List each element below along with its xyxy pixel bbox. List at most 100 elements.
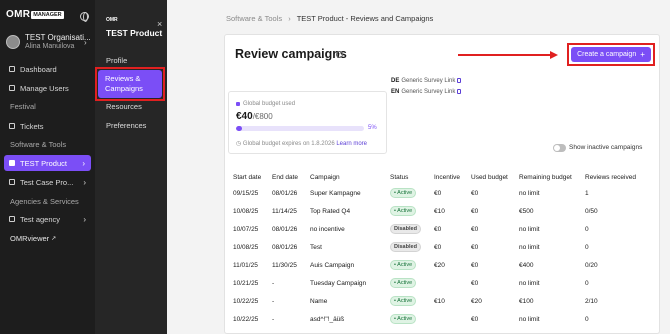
sidebar-item-omrviewer[interactable]: OMRviewer ↗ [0, 230, 95, 246]
table-cell: no limit [519, 189, 540, 197]
status-badge: • Active [390, 278, 417, 288]
budget-percent: 5% [368, 125, 377, 131]
table-cell: 08/01/26 [272, 225, 298, 233]
agency-icon [9, 216, 15, 222]
table-row[interactable]: 10/07/25 08/01/26 no incentive Disabled €0 €0… [233, 220, 653, 238]
table-row[interactable]: 10/21/25 - Tuesday Campaign • Active €0 no li… [233, 274, 653, 292]
table-cell: 09/15/25 [233, 189, 259, 197]
table-row[interactable]: 09/15/25 08/01/26 Super Kampagne • Active €0… [233, 184, 653, 202]
table-cell: 10/22/25 [233, 315, 259, 323]
table-row[interactable]: 10/22/25 - asd^!"!_äüß • Active €0 no limit 0 [233, 310, 653, 328]
sidebar-item-test-product[interactable]: TEST Product › [4, 155, 91, 171]
status-badge: Disabled [390, 242, 421, 252]
table-cell: €20 [434, 261, 445, 269]
copy-icon[interactable] [457, 78, 462, 83]
table-cell: 08/01/26 [272, 189, 298, 197]
budget-value: €40/€800 [236, 111, 273, 122]
sidebar-item-manage-users[interactable]: Manage Users [0, 80, 95, 96]
table-row[interactable]: 10/08/25 11/14/25 Top Rated Q4 • Active €10 €… [233, 202, 653, 220]
omr-manager-logo[interactable]: OMR MANAGER [6, 9, 64, 20]
show-inactive-toggle[interactable] [553, 144, 566, 152]
table-row[interactable]: 10/08/25 08/01/26 Test Disabled €0 €0 no limit… [233, 238, 653, 256]
column-header: Incentive [434, 174, 461, 181]
annotation-arrow [458, 54, 552, 56]
product-logo: OMR [106, 17, 118, 23]
subpanel-item-resources[interactable]: Resources [106, 102, 142, 111]
table-cell: Name [310, 297, 328, 305]
org-user: Alina Manuilova [25, 43, 75, 50]
globe-icon[interactable] [80, 12, 89, 22]
status-badge: • Active [390, 296, 417, 306]
status-badge: • Active [390, 314, 417, 324]
budget-dot-icon [236, 102, 240, 106]
table-cell: €0 [471, 225, 479, 233]
chevron-right-icon: › [83, 177, 86, 187]
product-icon [9, 160, 15, 166]
org-switcher[interactable]: TEST Organisati... Alina Manuilova [6, 33, 91, 51]
subpanel-item-preferences[interactable]: Preferences [106, 121, 146, 130]
budget-used: €40 [236, 111, 253, 122]
external-link-icon: ↗ [51, 235, 57, 242]
copy-icon[interactable] [457, 89, 462, 94]
campaigns-card: Review campaigns ? Create a campaign + G… [224, 34, 660, 334]
sidebar-item-label: Test Case Pro... [20, 177, 74, 187]
breadcrumb: Software & Tools › TEST Product - Review… [226, 14, 433, 23]
table-cell: 0 [585, 225, 589, 233]
table-cell: 0/50 [585, 207, 598, 215]
product-icon [9, 179, 15, 185]
table-row[interactable]: 10/22/25 - Name • Active €10 €20 €100 2/10 [233, 292, 653, 310]
table-row[interactable]: 11/01/25 11/30/25 Auis Campaign • Active €20… [233, 256, 653, 274]
column-header: Status [390, 174, 409, 181]
table-cell: • Active [390, 310, 434, 328]
subpanel-title: TEST Product [106, 28, 163, 38]
table-header-row: Start date End date Campaign Status Ince… [233, 171, 653, 184]
sidebar-item-test-case-product[interactable]: Test Case Pro... › [0, 174, 95, 190]
sidebar-section-festival: Festival [10, 101, 36, 111]
campaigns-table: Start date End date Campaign Status Ince… [233, 171, 653, 328]
table-cell: no limit [519, 279, 540, 287]
budget-progress-bar [236, 126, 364, 131]
breadcrumb-current: TEST Product - Reviews and Campaigns [296, 14, 434, 23]
table-cell: €0 [434, 189, 442, 197]
survey-lang: EN [391, 89, 400, 95]
subpanel-item-profile[interactable]: Profile [106, 56, 127, 65]
budget-expiry: ◷ Global budget expires on 1.8.2026 Lear… [236, 140, 367, 147]
table-cell: €0 [434, 243, 442, 251]
column-header: End date [272, 174, 299, 181]
table-cell [434, 310, 471, 328]
table-cell: Auis Campaign [310, 261, 355, 269]
chevron-right-icon[interactable]: › [84, 38, 87, 47]
table-cell: 11/01/25 [233, 261, 258, 269]
survey-lang: DE [391, 78, 400, 84]
org-name: TEST Organisati... [25, 33, 91, 42]
product-subpanel: OMR × TEST Product Profile Reviews & Cam… [95, 0, 167, 334]
table-cell: €100 [519, 297, 534, 305]
sidebar-item-label: TEST Product [20, 158, 67, 168]
sidebar-item-tickets[interactable]: Tickets [0, 118, 95, 134]
status-badge: Disabled [390, 224, 421, 234]
breadcrumb-root[interactable]: Software & Tools [226, 14, 282, 23]
table-cell: 10/08/25 [233, 243, 259, 251]
table-cell: 08/01/26 [272, 243, 298, 251]
table-cell: €0 [471, 261, 479, 269]
table-cell: €0 [471, 243, 479, 251]
table-cell: Tuesday Campaign [310, 279, 367, 287]
sidebar-item-label: Manage Users [20, 83, 69, 93]
table-cell: 0 [585, 315, 589, 323]
survey-link-de[interactable]: DE Generic Survey Link [391, 78, 462, 84]
table-cell: Disabled [390, 220, 434, 238]
table-cell: 0 [585, 279, 589, 287]
table-cell: €0 [471, 279, 479, 287]
table-cell: €0 [471, 207, 479, 215]
annotation-highlight-box [95, 67, 165, 101]
table-cell: • Active [390, 274, 434, 292]
sidebar-item-dashboard[interactable]: Dashboard [0, 61, 95, 77]
info-icon[interactable]: ? [336, 51, 343, 58]
column-header: Reviews received [585, 174, 636, 181]
sidebar-item-test-agency[interactable]: Test agency › [0, 211, 95, 227]
survey-link-en[interactable]: EN Generic Survey Link [391, 89, 462, 95]
budget-total: /€800 [252, 112, 273, 121]
table-cell: €500 [519, 207, 534, 215]
learn-more-link[interactable]: Learn more [336, 141, 367, 147]
annotation-highlight-box [567, 43, 655, 66]
